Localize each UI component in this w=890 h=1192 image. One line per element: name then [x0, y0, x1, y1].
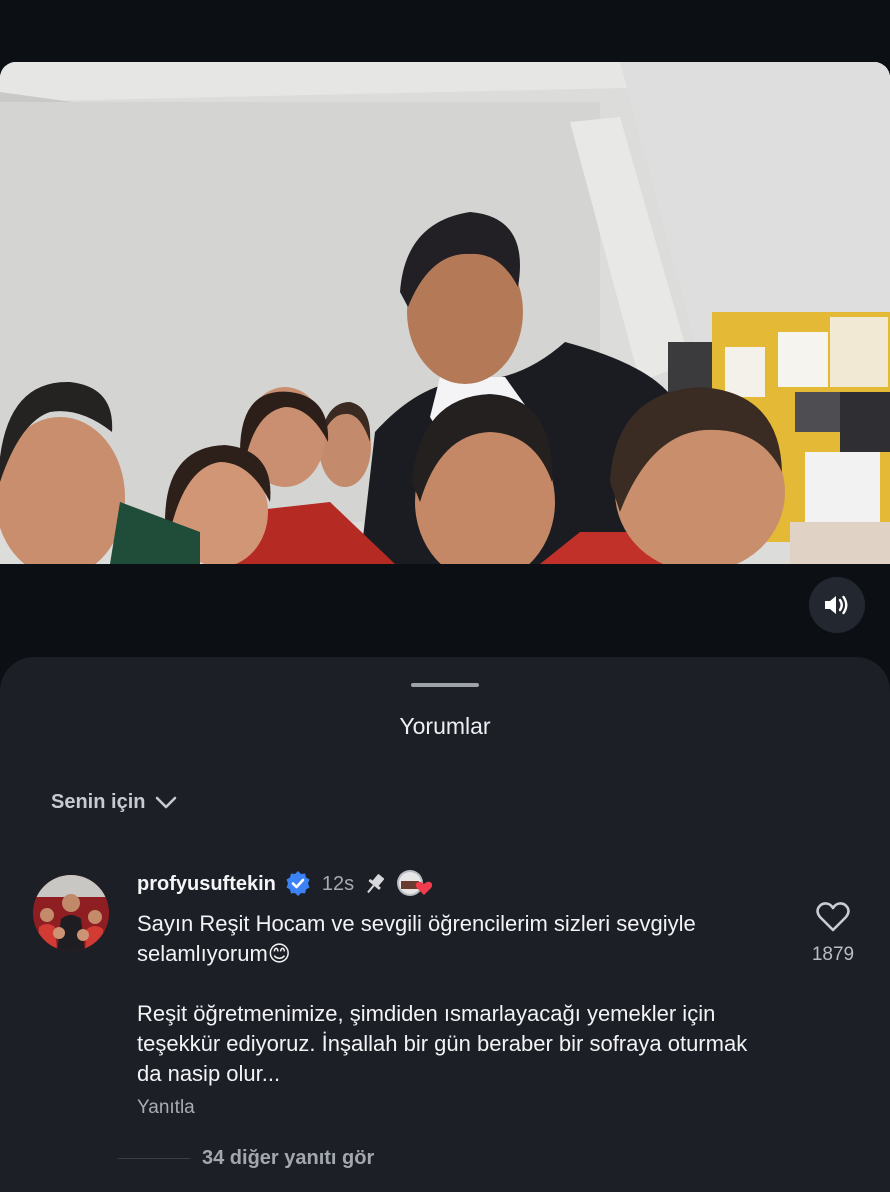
like-button[interactable]: 1879 [803, 901, 863, 966]
creator-heart-avatar-icon [397, 870, 433, 896]
view-more-replies-button[interactable]: 34 diğer yanıtı gör [118, 1147, 374, 1170]
comment-username[interactable]: profyusuftekin [137, 873, 276, 896]
comment-header: profyusuftekin 12s [137, 869, 433, 899]
more-replies-label: 34 diğer yanıtı gör [202, 1147, 375, 1169]
comment-text: Sayın Reşit Hocam ve sevgili öğrencileri… [137, 909, 777, 1089]
heart-outline-icon [816, 902, 850, 932]
sheet-drag-handle[interactable] [411, 683, 479, 687]
comments-sheet: Yorumlar Senin için profyusuftekin 12s S… [0, 657, 890, 1192]
verified-badge-icon [286, 871, 310, 896]
sort-label: Senin için [51, 791, 146, 813]
reel-comments-screen: Yorumlar Senin için profyusuftekin 12s S… [0, 0, 890, 1192]
comment-paragraph: Reşit öğretmenimize, şimdiden ısmarlayac… [137, 1001, 748, 1086]
sound-toggle-button[interactable] [809, 577, 865, 633]
comment-sort-dropdown[interactable]: Senin için [51, 791, 177, 814]
video-frame-image [0, 62, 890, 564]
sheet-title: Yorumlar [399, 713, 491, 739]
speaker-volume-icon [825, 595, 848, 615]
pin-icon [367, 874, 385, 894]
reply-button[interactable]: Yanıtla [137, 1097, 195, 1119]
comment-time: 12s [321, 872, 355, 895]
like-count: 1879 [811, 944, 855, 965]
video-player[interactable] [0, 62, 890, 564]
comment-paragraph: Sayın Reşit Hocam ve sevgili öğrencileri… [137, 911, 696, 966]
chevron-down-icon [156, 796, 177, 808]
reply-thread-line [118, 1158, 190, 1159]
avatar[interactable] [33, 875, 109, 951]
